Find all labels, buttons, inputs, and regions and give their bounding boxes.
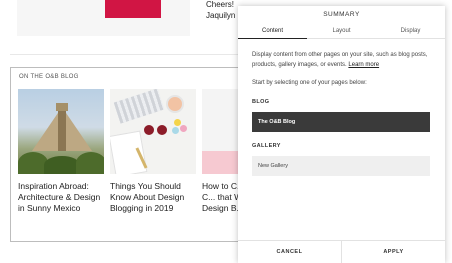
keyboard [113,89,165,124]
blog-post-card[interactable]: Things You Should Know About Design Blog… [110,89,196,214]
post-thumbnail-desk[interactable] [110,89,196,174]
section-label-blog: BLOG [252,99,270,105]
pyramid-temple [56,103,68,111]
post-thumbnail-pyramid[interactable] [18,89,104,174]
pyramid-steps [58,111,66,151]
summary-block[interactable]: ON THE O&B BLOG Inspiration Abroad: Arch… [10,67,288,242]
page-option-blog[interactable]: The O&B Blog [252,112,430,132]
coffee-cup [166,95,184,113]
bush [76,152,104,174]
testimonial-line: Cheers! [206,0,235,9]
bush [44,156,80,174]
testimonial-line: Jaquilyn [206,11,236,20]
summary-panel: SUMMARY Content Layout Display Display c… [238,6,445,263]
panel-description: Display content from other pages on your… [252,51,437,70]
blog-post-card[interactable]: Inspiration Abroad: Architecture & Desig… [18,89,104,214]
tab-bar: Content Layout Display [238,24,445,39]
top-image-card [17,0,190,36]
page-option-gallery[interactable]: New Gallery [252,156,430,176]
macaron [172,127,179,134]
tab-layout[interactable]: Layout [307,24,376,38]
section-divider [10,54,238,55]
gift-image [105,0,161,18]
notebook [110,130,148,174]
testimonial-text: Cheers! Jaquilyn [206,0,235,21]
post-title[interactable]: Inspiration Abroad: Architecture & Desig… [18,181,104,214]
description-text: Display content from other pages on your… [252,52,428,68]
apply-button[interactable]: APPLY [342,241,445,263]
tab-content[interactable]: Content [238,24,307,39]
tab-display[interactable]: Display [376,24,445,38]
post-title[interactable]: Things You Should Know About Design Blog… [110,181,196,214]
learn-more-link[interactable]: Learn more [348,62,379,68]
pink-notes [202,151,242,174]
panel-footer: CANCEL APPLY [238,240,445,263]
blog-section-label: ON THE O&B BLOG [19,74,79,80]
sunglasses [144,125,168,135]
panel-title: SUMMARY [323,11,360,18]
macaron [180,125,187,132]
cancel-button[interactable]: CANCEL [238,241,341,263]
start-instruction: Start by selecting one of your pages bel… [252,80,367,86]
section-label-gallery: GALLERY [252,143,281,149]
macaron [174,119,181,126]
